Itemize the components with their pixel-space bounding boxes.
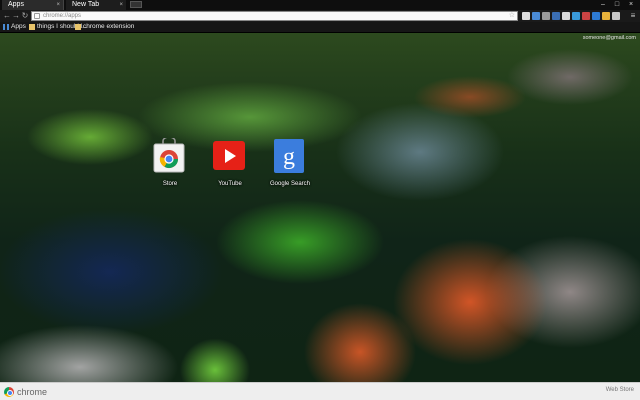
bookmark-label: chrome extension (83, 23, 135, 30)
bookmark-folder-things[interactable]: things I should l... (28, 22, 88, 32)
tab-new-tab-label: New Tab (72, 1, 100, 8)
tab-apps-label: Apps (8, 1, 24, 8)
folder-icon (75, 24, 81, 30)
tab-new-tab[interactable]: New Tab × (66, 0, 126, 10)
extension-icon[interactable] (612, 12, 620, 20)
tab-strip: Apps × New Tab × – □ × (0, 0, 640, 10)
extension-icon[interactable] (602, 12, 610, 20)
extension-icons (522, 11, 620, 21)
bookmark-folder-chrome-extension[interactable]: chrome extension (74, 22, 134, 32)
bookmarks-bar: Apps things I should l... chrome extensi… (0, 22, 640, 33)
new-tab-background-image (0, 32, 640, 382)
tab-apps[interactable]: Apps × (2, 0, 64, 10)
bookmark-apps[interactable]: Apps (2, 22, 26, 32)
folder-icon (29, 24, 35, 30)
extension-icon[interactable] (572, 12, 580, 20)
chrome-brand-label: chrome (17, 387, 48, 397)
app-youtube[interactable]: YouTube (200, 138, 260, 194)
extension-icon[interactable] (522, 12, 530, 20)
chrome-brand: chrome (4, 386, 47, 398)
extension-icon[interactable] (542, 12, 550, 20)
address-bar-url: chrome://apps (43, 13, 82, 19)
close-icon[interactable]: × (119, 0, 123, 10)
app-google-search[interactable]: g Google Search (260, 138, 320, 194)
app-label: YouTube (218, 181, 242, 187)
minimize-button[interactable]: – (596, 0, 610, 10)
chrome-logo-icon (4, 387, 14, 397)
close-icon[interactable]: × (56, 0, 60, 10)
youtube-icon (213, 141, 245, 170)
user-email[interactable]: someone@gmail.com (583, 35, 636, 41)
extension-icon[interactable] (532, 12, 540, 20)
bookmark-star-icon[interactable]: ☆ (509, 12, 515, 20)
bottom-bar: chrome Web Store (0, 382, 640, 400)
google-search-icon: g (274, 139, 304, 173)
app-label: Store (162, 181, 178, 187)
extension-icon[interactable] (562, 12, 570, 20)
extension-icon[interactable] (582, 12, 590, 20)
menu-icon[interactable]: ≡ (629, 11, 637, 21)
address-bar[interactable]: chrome://apps ☆ (31, 11, 518, 21)
close-window-button[interactable]: × (624, 0, 638, 10)
chrome-web-store-icon (153, 138, 185, 173)
extension-icon[interactable] (552, 12, 560, 20)
apps-grid-icon (3, 24, 9, 30)
page-icon (34, 13, 40, 19)
window-controls: – □ × (596, 0, 638, 10)
web-store-link[interactable]: Web Store (606, 387, 634, 393)
reload-icon[interactable]: ↻ (20, 11, 30, 21)
extension-icon[interactable] (592, 12, 600, 20)
maximize-button[interactable]: □ (610, 0, 624, 10)
toolbar: ← → ↻ chrome://apps ☆ ≡ (0, 10, 640, 22)
app-label: Google Search (269, 181, 311, 187)
app-store[interactable]: Store (140, 138, 200, 194)
new-tab-button[interactable] (130, 1, 142, 8)
bookmark-label: Apps (11, 23, 26, 30)
svg-text:g: g (283, 144, 295, 170)
foreground-plant (160, 320, 270, 382)
